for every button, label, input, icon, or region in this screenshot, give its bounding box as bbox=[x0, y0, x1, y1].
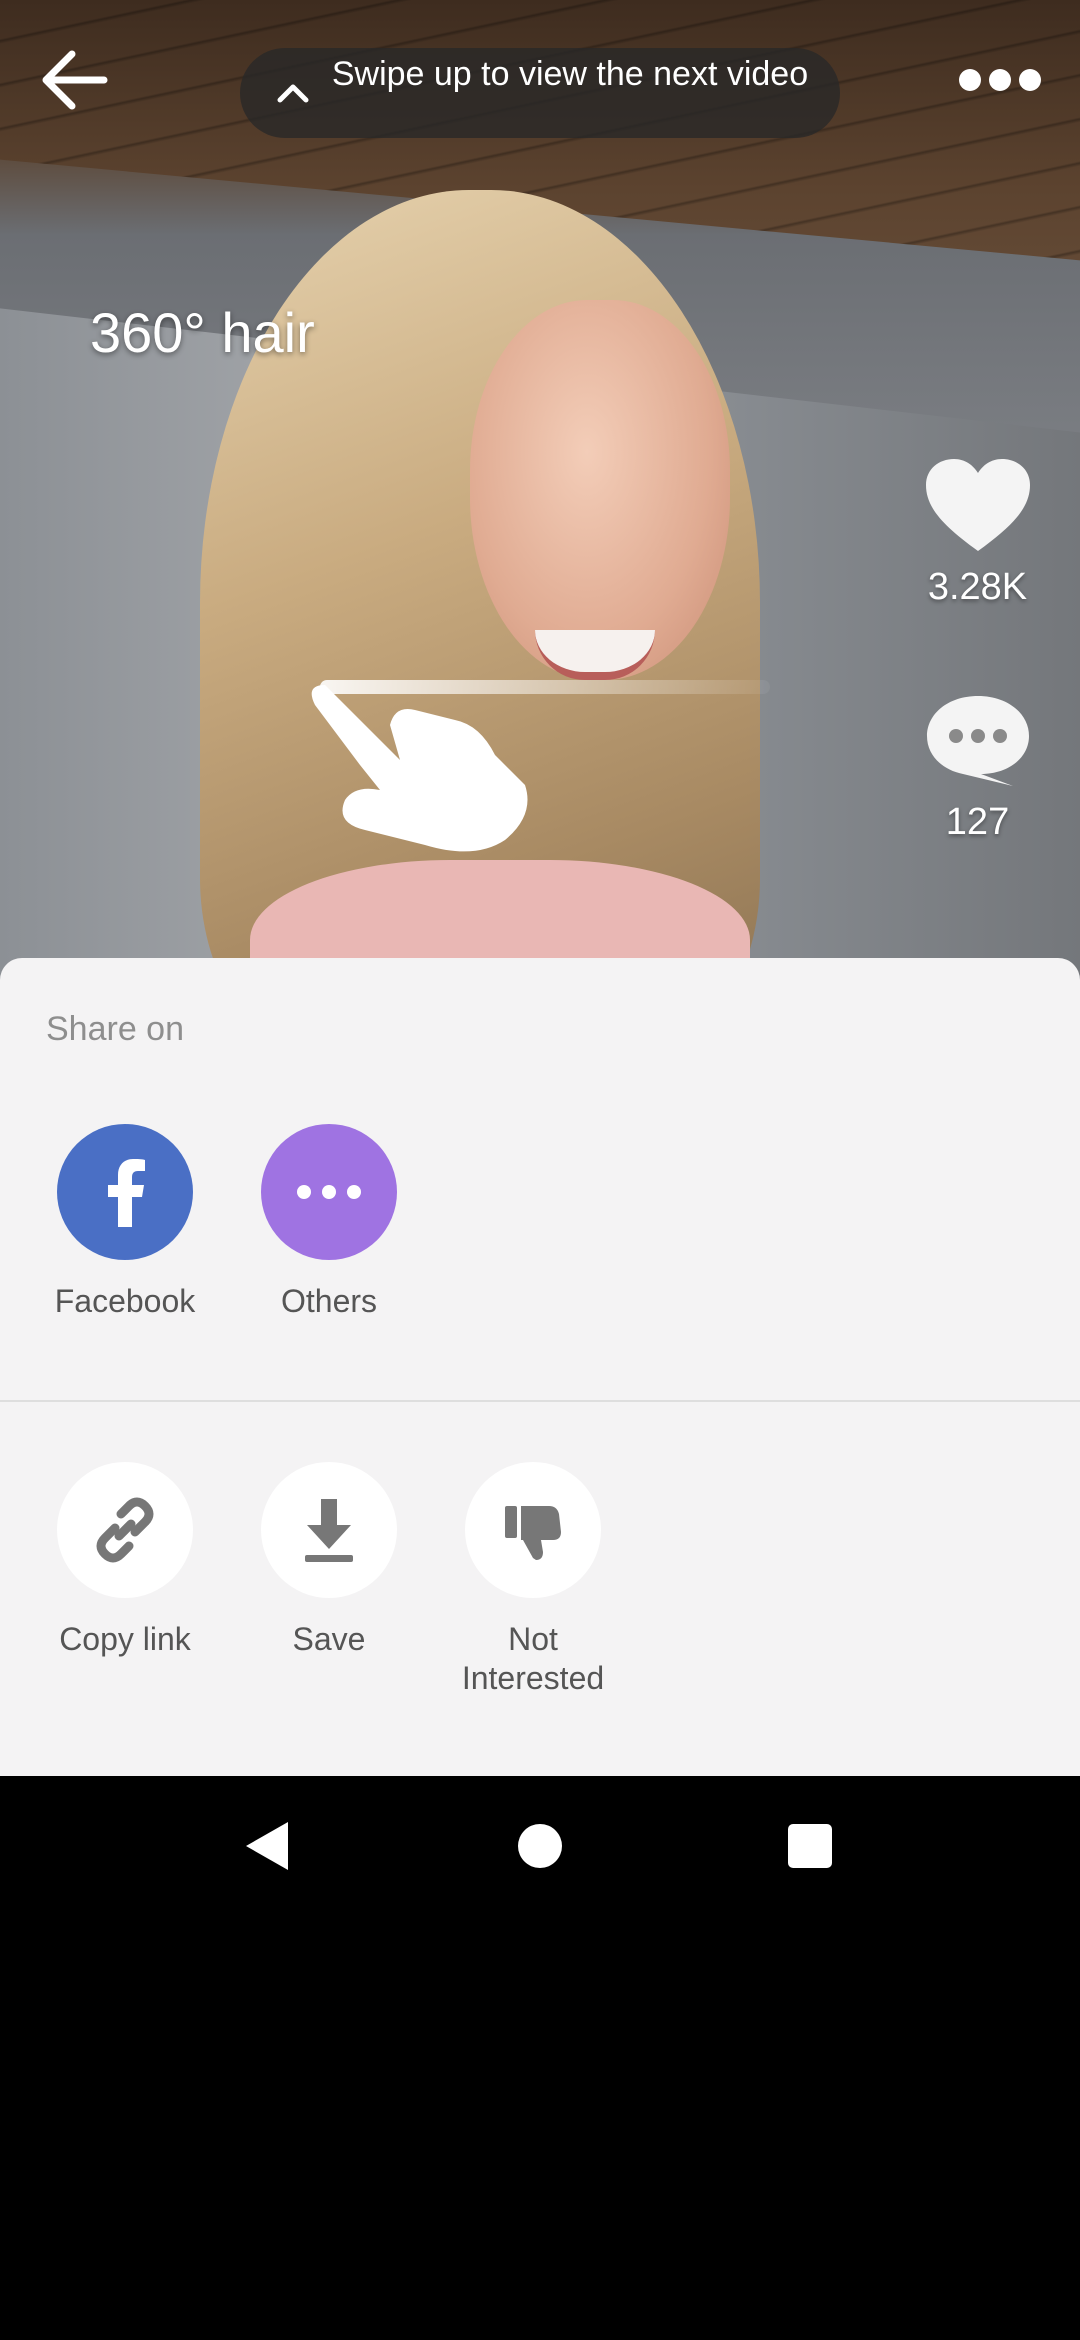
copy-link-button[interactable]: Copy link bbox=[35, 1462, 215, 1659]
comment-count: 127 bbox=[945, 801, 1010, 843]
video-subject-face bbox=[470, 300, 730, 680]
thumbs-down-icon bbox=[465, 1462, 601, 1598]
screen: 360° hair Swipe up to view the next vide… bbox=[0, 0, 1080, 2340]
swipe-hint-text: Swipe up to view the next video bbox=[331, 55, 809, 93]
share-sheet-title: Share on bbox=[46, 1010, 184, 1048]
share-sheet-divider bbox=[0, 1400, 1080, 1402]
swipe-up-hint[interactable]: Swipe up to view the next video bbox=[240, 48, 840, 138]
link-icon bbox=[57, 1462, 193, 1598]
not-interested-label: Not Interested bbox=[461, 1621, 605, 1696]
share-others-button[interactable]: Others bbox=[239, 1124, 419, 1321]
save-label: Save bbox=[292, 1621, 366, 1657]
comment-button[interactable]: 127 bbox=[905, 690, 1050, 844]
chevron-up-icon bbox=[277, 84, 309, 103]
copy-link-label: Copy link bbox=[59, 1621, 191, 1657]
more-options-icon[interactable] bbox=[950, 55, 1050, 105]
nav-recents-icon[interactable] bbox=[780, 1816, 840, 1876]
heart-icon bbox=[925, 459, 1030, 551]
share-facebook-button[interactable]: Facebook bbox=[35, 1124, 215, 1321]
not-interested-button[interactable]: Not Interested bbox=[443, 1462, 623, 1698]
comment-bubble-icon bbox=[926, 696, 1029, 786]
share-others-label: Others bbox=[280, 1283, 378, 1319]
more-icon bbox=[261, 1124, 397, 1260]
like-count: 3.28K bbox=[927, 566, 1028, 608]
share-sheet: Share on Facebook Others Copy link Save … bbox=[0, 958, 1080, 1776]
download-icon bbox=[261, 1462, 397, 1598]
like-button[interactable]: 3.28K bbox=[905, 455, 1050, 609]
nav-home-icon[interactable] bbox=[510, 1816, 570, 1876]
facebook-icon bbox=[57, 1124, 193, 1260]
nav-back-icon[interactable] bbox=[240, 1816, 300, 1876]
video-caption: 360° hair bbox=[90, 301, 315, 364]
system-navigation-bar bbox=[0, 1776, 1080, 1916]
save-button[interactable]: Save bbox=[239, 1462, 419, 1659]
swipe-hand-icon bbox=[311, 685, 528, 852]
back-arrow-icon[interactable] bbox=[34, 40, 114, 120]
share-facebook-label: Facebook bbox=[54, 1283, 196, 1319]
